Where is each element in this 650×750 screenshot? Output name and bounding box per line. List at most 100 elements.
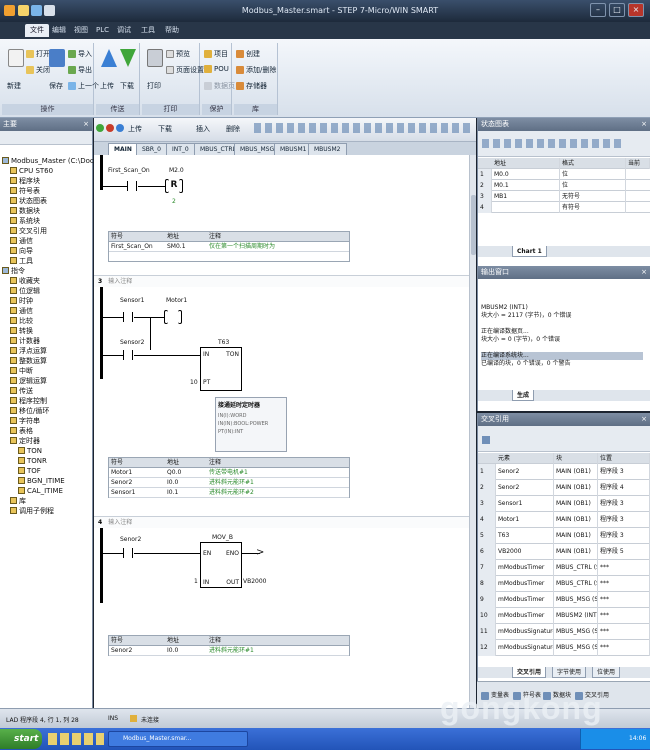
contact[interactable] — [123, 350, 133, 360]
grid-cell[interactable]: MAIN (OB1) — [554, 512, 598, 528]
tree-item[interactable]: CPU ST60 — [10, 166, 53, 176]
grid-cell[interactable]: Senor2 — [496, 464, 554, 480]
create-library-button[interactable]: 创建 — [236, 49, 260, 59]
tree-item[interactable]: CAL_ITIME — [18, 486, 63, 496]
grid-row[interactable]: 3 MB1 无符号 — [478, 191, 650, 202]
grid-cell[interactable]: MAIN (OB1) — [554, 480, 598, 496]
toolbar-icon-strip[interactable] — [482, 139, 622, 148]
tree-item[interactable]: 浮点运算 — [10, 346, 47, 356]
tree-item[interactable]: 时钟 — [10, 296, 33, 306]
grid-row[interactable]: 7mModbusTimerMBUS_CTRL (S...*** — [478, 560, 650, 576]
output-coil[interactable] — [164, 310, 182, 324]
download-button[interactable]: 下载 — [120, 81, 134, 91]
grid-cell[interactable]: mModbusTimer — [496, 592, 554, 608]
contact[interactable] — [127, 181, 137, 191]
tree-item[interactable]: 符号表 — [10, 186, 40, 196]
pou-tab[interactable]: SBR_0 — [136, 143, 167, 155]
sheet-tab-chart1[interactable]: Chart 1 — [512, 246, 547, 257]
grid-row[interactable]: 6 VB2000 MAIN (OB1) 程序段 5 — [478, 544, 650, 560]
grid-cell[interactable]: *** — [598, 624, 650, 640]
protect-pou-button[interactable]: POU — [204, 65, 229, 73]
menu-plc[interactable]: PLC — [91, 24, 114, 37]
tree-item[interactable]: 通信 — [10, 306, 33, 316]
grid-cell[interactable]: MAIN (OB1) — [554, 528, 598, 544]
grid-cell[interactable]: MBUS_CTRL (S... — [554, 576, 598, 592]
pou-tab[interactable]: MBUSM2 — [308, 143, 347, 155]
tree-item[interactable]: 调用子例程 — [10, 506, 54, 516]
menu-edit[interactable]: 编辑 — [47, 24, 71, 37]
quicklaunch-icons[interactable] — [48, 733, 104, 745]
grid-cell[interactable]: *** — [598, 592, 650, 608]
grid-cell[interactable]: *** — [598, 640, 650, 656]
grid-row[interactable]: 8mModbusTimerMBUS_CTRL (S...*** — [478, 576, 650, 592]
panel-close-icon[interactable]: × — [83, 118, 89, 131]
toolbar-download-button[interactable]: 下载 — [158, 124, 172, 134]
grid-cell[interactable]: VB2000 — [496, 544, 554, 560]
quick-menu-icon[interactable] — [44, 5, 55, 16]
tree-item[interactable]: 定时器 — [10, 436, 40, 446]
grid-cell[interactable]: M0.0 — [492, 169, 560, 180]
grid-cell[interactable]: 位 — [560, 180, 626, 191]
preview-button[interactable]: 预览 — [166, 49, 190, 59]
grid-row[interactable]: 2 M0.1 位 — [478, 180, 650, 191]
grid-row[interactable]: 11mModbusSignature1MBUS_MSG (SB...*** — [478, 624, 650, 640]
protect-project-button[interactable]: 项目 — [204, 49, 228, 59]
refresh-icon[interactable] — [482, 436, 490, 444]
quick-open-icon[interactable] — [18, 5, 29, 16]
grid-cell[interactable]: Sensor1 — [496, 496, 554, 512]
grid-cell[interactable]: MAIN (OB1) — [554, 496, 598, 512]
grid-cell[interactable]: mModbusTimer — [496, 576, 554, 592]
save-button[interactable]: 保存 — [49, 81, 63, 91]
grid-cell[interactable]: MAIN (OB1) — [554, 544, 598, 560]
grid-row[interactable]: 2 Senor2 MAIN (OB1) 程序段 4 — [478, 480, 650, 496]
import-button[interactable]: 导入 — [68, 49, 92, 59]
previous-button[interactable]: 上一个 — [68, 81, 99, 91]
tree-item[interactable]: 表格 — [10, 426, 33, 436]
grid-cell[interactable]: mModbusSignature1 — [496, 624, 554, 640]
grid-row[interactable]: 4 有符号 — [478, 202, 650, 213]
pou-tab[interactable]: MBUSM1 — [274, 143, 313, 155]
new-button[interactable]: 新建 — [7, 81, 21, 91]
grid-cell[interactable]: MBUS_CTRL (S... — [554, 560, 598, 576]
reset-coil[interactable]: R — [165, 179, 183, 193]
grid-cell[interactable]: MB1 — [492, 191, 560, 202]
tree-item[interactable]: 传送 — [10, 386, 33, 396]
menu-file[interactable]: 文件 — [25, 24, 49, 37]
tree-item[interactable]: 通信 — [10, 236, 33, 246]
grid-cell[interactable]: mModbusTimer — [496, 608, 554, 624]
crossref-tab[interactable]: 字节使用 — [552, 667, 587, 678]
protect-datapage-button[interactable]: 数据页 — [204, 81, 235, 91]
tree-item[interactable]: TONR — [18, 456, 47, 466]
toolbar-upload-button[interactable]: 上传 — [128, 124, 142, 134]
panel-close-icon[interactable]: × — [641, 118, 647, 131]
network-comment[interactable]: 输入注释 — [108, 278, 132, 285]
panel-close-icon[interactable]: × — [641, 413, 647, 426]
grid-cell[interactable]: 程序段 3 — [598, 512, 650, 528]
close-button[interactable]: × — [628, 3, 644, 17]
tree-item[interactable]: 工具 — [10, 256, 33, 266]
timer-block[interactable]: IN TON PT — [200, 347, 242, 391]
grid-cell[interactable]: MBUSM2 (INT1) — [554, 608, 598, 624]
grid-row[interactable]: 9mModbusTimerMBUS_MSG (SB...*** — [478, 592, 650, 608]
tree-item[interactable]: 数据块 — [10, 206, 40, 216]
tree-item[interactable]: 交叉引用 — [10, 226, 47, 236]
minimize-button[interactable]: – — [590, 3, 606, 17]
grid-cell[interactable]: 程序段 5 — [598, 544, 650, 560]
tree-item[interactable]: 收藏夹 — [10, 276, 40, 286]
move-block[interactable]: EN ENO IN OUT — [200, 542, 242, 588]
grid-cell[interactable]: Motor1 — [496, 512, 554, 528]
toolbar-delete-button[interactable]: 删除 — [226, 124, 240, 134]
page-setup-button[interactable]: 页面设置 — [166, 65, 204, 75]
panel-close-icon[interactable]: × — [641, 266, 647, 279]
tree-item[interactable]: BGN_ITIME — [18, 476, 65, 486]
crossref-tab[interactable]: 位使用 — [592, 667, 621, 678]
grid-cell[interactable]: *** — [598, 560, 650, 576]
tree-item[interactable]: 程序控制 — [10, 396, 47, 406]
tree-item[interactable]: 指令 — [2, 266, 25, 276]
menu-view[interactable]: 视图 — [69, 24, 93, 37]
tree-item[interactable]: 向导 — [10, 246, 33, 256]
tree-item[interactable]: TOF — [18, 466, 41, 476]
stop-icon[interactable] — [106, 124, 114, 132]
grid-cell[interactable]: *** — [598, 608, 650, 624]
toolbar-insert-button[interactable]: 插入 — [196, 124, 210, 134]
